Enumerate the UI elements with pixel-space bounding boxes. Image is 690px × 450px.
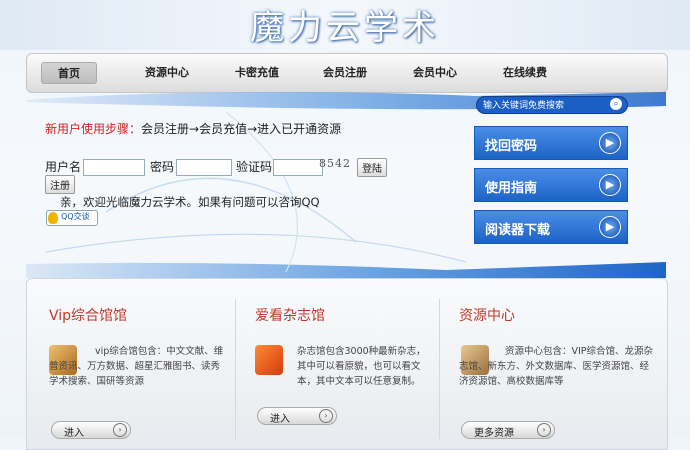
password-input[interactable] (176, 159, 232, 176)
panel-vip-title: Vip综合馆馆 (49, 308, 128, 324)
nav-resource-center[interactable]: 资源中心 (145, 64, 189, 80)
panel-magazine: 爱看杂志馆 杂志馆包含3000种最新杂志，其中可以看原貌，也可以看文本，其中文本… (235, 279, 439, 439)
arrow-right-icon: ▶ (599, 174, 621, 196)
panel-vip: Vip综合馆馆 vip综合馆包含：中文文献、维普资讯、万方数据、超星汇雅图书、读… (27, 279, 235, 439)
username-label: 用户名 (45, 160, 82, 174)
chevron-right-icon: › (537, 423, 551, 437)
find-password-label: 找回密码 (485, 139, 538, 154)
nav-home[interactable]: 首页 (41, 62, 97, 84)
search-icon[interactable]: ⌕ (610, 98, 622, 110)
arrow-right-icon: ▶ (599, 216, 621, 238)
nav-card-recharge[interactable]: 卡密充值 (235, 64, 279, 80)
panel-resources-more-label: 更多资源 (474, 428, 514, 439)
password-label: 密码 (150, 160, 175, 174)
nav-online-renew[interactable]: 在线续费 (503, 64, 547, 80)
panel-vip-description: vip综合馆包含：中文文献、维普资讯、万方数据、超星汇雅图书、读秀学术搜索、国研… (49, 346, 224, 387)
panel-magazine-enter-label: 进入 (270, 414, 290, 425)
captcha-image: 8542 (319, 157, 351, 170)
username-input[interactable] (83, 159, 145, 176)
login-button[interactable]: 登陆 (357, 158, 387, 177)
panel-vip-enter-label: 进入 (64, 428, 84, 439)
steps-row: 新用户使用步骤：会员注册→会员充值→进入已开通资源 (45, 120, 341, 137)
search-box: ⌕ (476, 96, 628, 114)
arrow-right-icon: ▶ (599, 132, 621, 154)
panel-magazine-description: 杂志馆包含3000种最新杂志，其中可以看原貌，也可以看文本，其中文本可以任意复制… (297, 346, 426, 387)
nav-member-register[interactable]: 会员注册 (323, 64, 367, 80)
steps-label: 新用户使用步骤 (45, 122, 130, 136)
reader-download-button[interactable]: 阅读器下载 ▶ (474, 210, 628, 244)
find-password-button[interactable]: 找回密码 ▶ (474, 126, 628, 160)
reader-download-label: 阅读器下载 (485, 223, 551, 238)
panel-resources-more-button[interactable]: 更多资源 › (461, 421, 555, 439)
search-input[interactable] (483, 99, 601, 111)
user-guide-button[interactable]: 使用指南 ▶ (474, 168, 628, 202)
bottom-panels: Vip综合馆馆 vip综合馆包含：中文文献、维普资讯、万方数据、超星汇雅图书、读… (26, 278, 668, 450)
site-title: 魔力云学术 (250, 8, 440, 48)
qq-chat-button[interactable]: QQ交谈 (46, 210, 98, 226)
qq-icon (48, 212, 58, 224)
panel-resources-description: 资源中心包含：VIP综合馆、龙源杂志馆、新东方、外文数据库、医学资源馆、经济资源… (459, 346, 654, 387)
captcha-input[interactable] (273, 159, 323, 176)
user-guide-label: 使用指南 (485, 181, 538, 196)
welcome-text: 亲，欢迎光临魔力云学术。如果有问题可以咨询QQ (60, 195, 320, 209)
nav-member-center[interactable]: 会员中心 (413, 64, 457, 80)
steps-colon: ： (129, 122, 142, 136)
panel-magazine-title: 爱看杂志馆 (255, 308, 325, 324)
panel-vip-enter-button[interactable]: 进入 › (51, 421, 131, 439)
chevron-right-icon: › (319, 409, 333, 423)
register-button[interactable]: 注册 (45, 175, 75, 194)
steps-text: 会员注册→会员充值→进入已开通资源 (141, 122, 342, 136)
panel-magazine-enter-button[interactable]: 进入 › (257, 407, 337, 425)
qq-chat-label: QQ交谈 (61, 212, 90, 221)
panel-resources-title: 资源中心 (459, 308, 515, 324)
main-nav: 首页 资源中心 卡密充值 会员注册 会员中心 在线续费 (26, 53, 668, 93)
captcha-label: 验证码 (236, 160, 273, 174)
magazine-icon (255, 345, 283, 375)
chevron-right-icon: › (113, 423, 127, 437)
panel-resources: 资源中心 资源中心包含：VIP综合馆、龙源杂志馆、新东方、外文数据库、医学资源馆… (439, 279, 667, 439)
